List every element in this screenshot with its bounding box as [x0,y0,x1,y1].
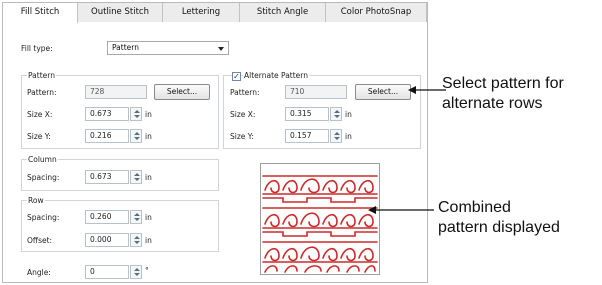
column-spacing-field[interactable]: 0.673 [85,170,129,184]
row-offset-spinner[interactable] [130,233,142,247]
pattern-size-y-spinner[interactable] [130,129,142,143]
angle-spinner[interactable] [130,265,142,279]
alternate-pattern-checkbox[interactable]: ✓ [232,72,241,81]
alternate-size-x-unit: in [345,110,352,119]
chevron-down-icon [218,47,224,51]
row-offset-label: Offset: [27,236,53,245]
select-pattern-annotation-line1: Select pattern for [442,75,564,92]
row-spacing-field[interactable]: 0.260 [85,210,129,224]
pattern-band [262,207,378,237]
select-alternate-pattern-button[interactable]: Select... [355,84,411,100]
tab-bar: Fill Stitch Outline Stitch Lettering Sti… [3,3,427,23]
row-offset-field[interactable]: 0.000 [85,233,129,247]
pattern-size-x-spinner[interactable] [130,107,142,121]
combined-pattern-image [262,175,378,273]
angle-field[interactable]: 0 [85,265,129,279]
column-spacing-unit: in [145,173,152,182]
pattern-label: Pattern: [27,88,57,97]
pattern-size-x-unit: in [145,110,152,119]
select-pattern-button[interactable]: Select... [154,84,210,100]
angle-unit: ° [145,266,149,275]
row-group-header: Row [27,196,45,205]
pattern-size-y-field[interactable]: 0.216 [85,129,129,143]
pattern-size-x-label: Size X: [27,110,53,119]
combined-pattern-arrow [368,206,434,214]
column-spacing-spinner[interactable] [130,170,142,184]
alternate-size-y-unit: in [345,132,352,141]
tab-fill-stitch[interactable]: Fill Stitch [3,3,78,23]
row-spacing-label: Spacing: [27,213,60,222]
tab-stitch-angle[interactable]: Stitch Angle [240,3,326,22]
pattern-band [262,241,378,273]
angle-label: Angle: [27,268,51,277]
fill-type-label: Fill type: [21,44,53,53]
alternate-size-y-label: Size Y: [230,132,254,141]
tab-outline-stitch[interactable]: Outline Stitch [78,3,163,22]
alternate-size-x-field[interactable]: 0.315 [285,107,329,121]
alternate-size-y-field[interactable]: 0.157 [285,129,329,143]
select-pattern-annotation-line2: alternate rows [442,95,543,112]
alternate-size-x-label: Size X: [230,110,256,119]
pattern-size-x-field[interactable]: 0.673 [85,107,129,121]
row-spacing-unit: in [145,213,152,222]
fill-type-select[interactable]: Pattern [107,41,229,55]
pattern-field: 728 [85,85,147,99]
pattern-group-header: Pattern [27,71,56,80]
fill-stitch-dialog: Fill Stitch Outline Stitch Lettering Sti… [2,2,428,283]
alternate-pattern-header: Alternate Pattern [243,71,309,80]
alternate-size-x-spinner[interactable] [330,107,342,121]
alternate-pattern-field: 710 [285,85,347,99]
tab-color-photosnap[interactable]: Color PhotoSnap [326,3,427,22]
combined-annotation-line1: Combined [438,199,511,216]
pattern-band [262,175,378,203]
pattern-size-y-label: Size Y: [27,132,51,141]
alternate-pattern-label: Pattern: [230,88,260,97]
pattern-size-y-unit: in [145,132,152,141]
row-spacing-spinner[interactable] [130,210,142,224]
combined-annotation-line2: pattern displayed [438,219,560,236]
row-offset-unit: in [145,236,152,245]
tab-lettering[interactable]: Lettering [163,3,240,22]
column-group-header: Column [27,155,58,164]
pattern-preview [260,163,380,275]
column-spacing-label: Spacing: [27,173,60,182]
fill-type-value: Pattern [112,43,139,52]
alternate-size-y-spinner[interactable] [330,129,342,143]
